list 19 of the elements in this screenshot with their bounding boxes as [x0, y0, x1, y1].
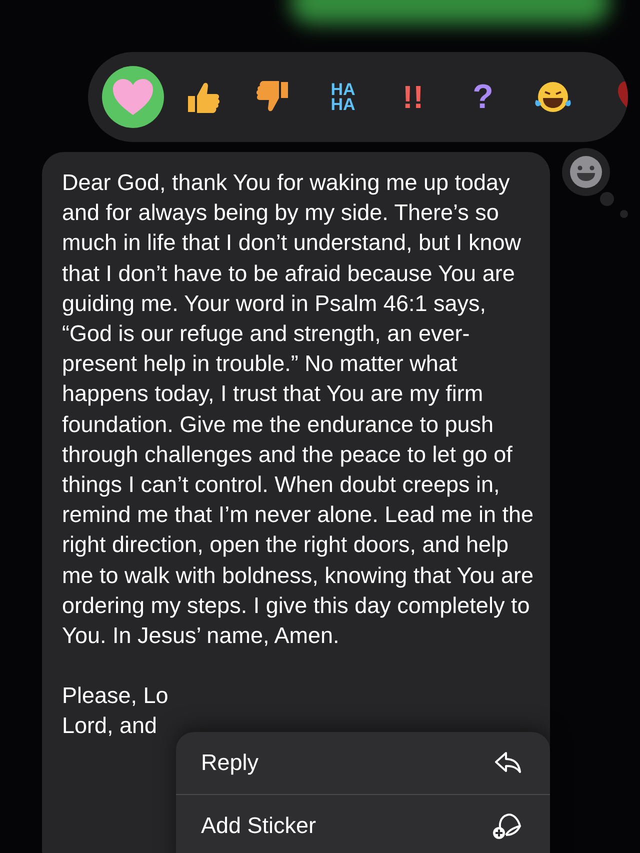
reaction-button[interactable]: [102, 66, 164, 128]
laughing-face-icon: [534, 80, 572, 114]
bubble-tail: [600, 192, 614, 206]
menu-label: Add Sticker: [201, 812, 316, 838]
smiley-icon: [569, 155, 603, 189]
message-text: Lord, and: [62, 712, 158, 740]
menu-item[interactable]: Reply: [176, 732, 550, 794]
bubble-tail: [620, 210, 628, 218]
heart-icon: [111, 77, 155, 117]
menu-item[interactable]: Add Sticker: [176, 794, 550, 853]
sticker-icon: [492, 812, 522, 840]
reply-icon: [494, 750, 522, 776]
message-text: Dear God, thank You for waking me up today and for always being by my side. There’s so much in life that I don’t understand, but I know that I don’t have to be afraid because You are guiding me. Your word in Psalm 46:1 says, “God is our refuge and strength, an ever-present help in trouble.” No matter what happens today, I trust that You are my firm foundation. Give me the endurance to push through challenges and the peace to let go of things I can’t control. When doubt creeps in, remind me that I’m never alone. Lead me in the right direction, open the right doors, and help me to walk with boldness, knowing that You are ordering my steps. I give this day completely to You. In Jesus’ name, Amen.: [62, 169, 535, 650]
add-reaction-button[interactable]: [562, 148, 610, 196]
reaction-button[interactable]: !!: [382, 66, 444, 128]
message-text: Please, Lo: [62, 682, 168, 710]
reaction-button[interactable]: ?: [452, 66, 514, 128]
menu-label: Reply: [201, 750, 259, 776]
reaction-button[interactable]: HA HA: [312, 66, 374, 128]
